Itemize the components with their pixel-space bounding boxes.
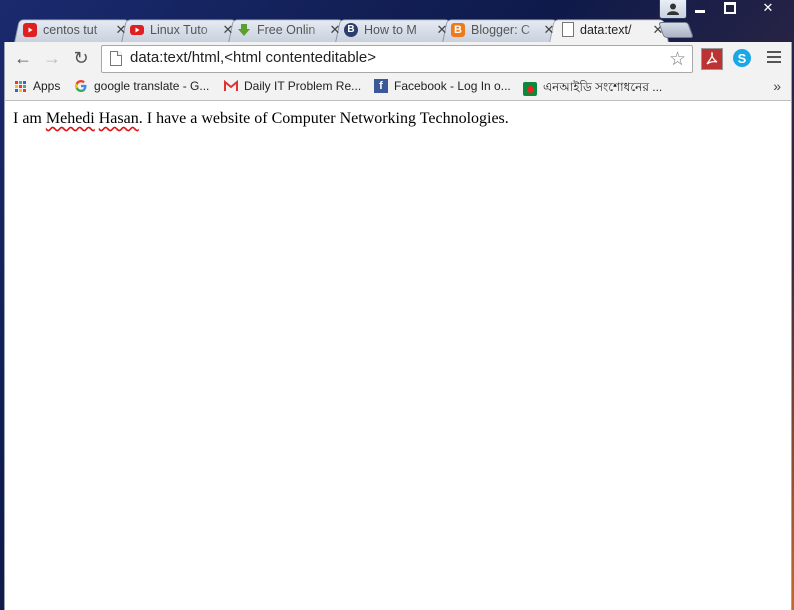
bookmark-gmail[interactable]: Daily IT Problem Re... — [224, 79, 361, 93]
back-button[interactable]: ← — [13, 48, 33, 68]
bookmark-label: এনআইডি সংশোধনের ... — [543, 80, 663, 94]
blogger-icon: B — [451, 22, 465, 37]
forward-arrow-icon: → — [43, 47, 61, 68]
apps-grid-icon — [13, 79, 27, 93]
tab-title: How to M — [364, 22, 417, 37]
tab-active-data-url[interactable]: data:text/ ✕ — [560, 17, 664, 42]
person-icon — [667, 3, 679, 15]
tab-title: Linux Tuto — [150, 22, 208, 37]
tab-close-icon[interactable]: ✕ — [329, 22, 341, 38]
b-logo-icon: B — [344, 22, 358, 37]
bookmark-nid[interactable]: এনআইডি সংশোধনের ... — [523, 79, 662, 99]
youtube-icon — [23, 22, 37, 37]
tab-youtube-linux[interactable]: Linux Tuto ✕ — [130, 17, 234, 42]
tab-close-icon[interactable]: ✕ — [222, 22, 234, 38]
minimize-icon — [695, 9, 705, 13]
bangladesh-flag-icon — [523, 82, 537, 96]
bookmark-label: Daily IT Problem Re... — [244, 79, 362, 93]
menu-button[interactable] — [767, 51, 781, 66]
tab-how-to[interactable]: B How to M ✕ — [344, 17, 448, 42]
tab-title: Free Onlin — [257, 22, 316, 37]
close-window-button[interactable]: ✕ — [746, 0, 790, 16]
text-segment: I am — [13, 110, 46, 127]
minimize-button[interactable] — [686, 0, 714, 16]
bookmark-label: Apps — [33, 79, 61, 93]
skype-label: S — [737, 50, 747, 66]
pdf-extension-icon[interactable] — [701, 48, 723, 70]
tab-free-online[interactable]: Free Onlin ✕ — [237, 17, 341, 42]
tab-title: Blogger: C — [471, 22, 531, 37]
tab-title: data:text/ — [580, 22, 632, 37]
bookmark-apps[interactable]: Apps — [13, 79, 60, 93]
download-arrow-icon — [237, 23, 251, 37]
maximize-icon — [724, 2, 736, 14]
page-icon — [562, 22, 574, 37]
misspelled-word: Hasan — [98, 110, 139, 127]
browser-window: ✕ centos tut ✕ Linux Tuto ✕ Free Onlin ✕… — [0, 0, 794, 610]
tab-close-icon[interactable]: ✕ — [115, 22, 127, 38]
address-bar[interactable]: data:text/html,<html contenteditable> ☆ — [101, 45, 693, 73]
youtube-icon — [130, 23, 144, 37]
tab-title: centos tut — [43, 22, 98, 37]
skype-extension-icon[interactable]: S — [733, 49, 751, 67]
hamburger-icon — [767, 51, 781, 53]
gmail-icon — [224, 79, 238, 93]
misspelled-word: Mehedi — [45, 110, 95, 127]
page-content[interactable]: I am Mehedi Hasan. I have a website of C… — [4, 101, 792, 610]
tab-close-icon[interactable]: ✕ — [436, 22, 448, 38]
bookmark-label: Facebook - Log In o... — [394, 79, 511, 93]
google-icon — [74, 79, 88, 93]
forward-button[interactable]: → — [42, 48, 62, 68]
toolbar: ← → ↻ data:text/html,<html contenteditab… — [4, 42, 792, 74]
editable-text[interactable]: I am Mehedi Hasan. I have a website of C… — [13, 110, 509, 128]
bookmark-label: google translate - G... — [94, 79, 210, 93]
url-text[interactable]: data:text/html,<html contenteditable> — [130, 49, 376, 66]
tab-youtube-centos[interactable]: centos tut ✕ — [23, 17, 127, 42]
bookmark-facebook[interactable]: f Facebook - Log In o... — [374, 79, 511, 93]
bookmark-google-translate[interactable]: google translate - G... — [74, 79, 209, 93]
bookmark-star-icon[interactable]: ☆ — [669, 48, 686, 71]
reload-icon: ↻ — [73, 47, 89, 68]
new-tab-button[interactable] — [658, 22, 694, 38]
back-arrow-icon: ← — [14, 47, 32, 68]
reload-button[interactable]: ↻ — [71, 48, 91, 68]
maximize-button[interactable] — [716, 0, 744, 16]
bookmarks-overflow-button[interactable]: » — [773, 78, 781, 94]
close-icon: ✕ — [762, 0, 774, 15]
text-segment: . I have a website of Computer Networkin… — [138, 110, 509, 127]
tab-blogger[interactable]: B Blogger: C ✕ — [451, 17, 555, 42]
bookmarks-bar: Apps google translate - G... Daily IT Pr… — [4, 74, 792, 101]
facebook-icon: f — [374, 79, 388, 93]
tab-close-icon[interactable]: ✕ — [543, 22, 555, 38]
page-icon — [110, 51, 122, 66]
